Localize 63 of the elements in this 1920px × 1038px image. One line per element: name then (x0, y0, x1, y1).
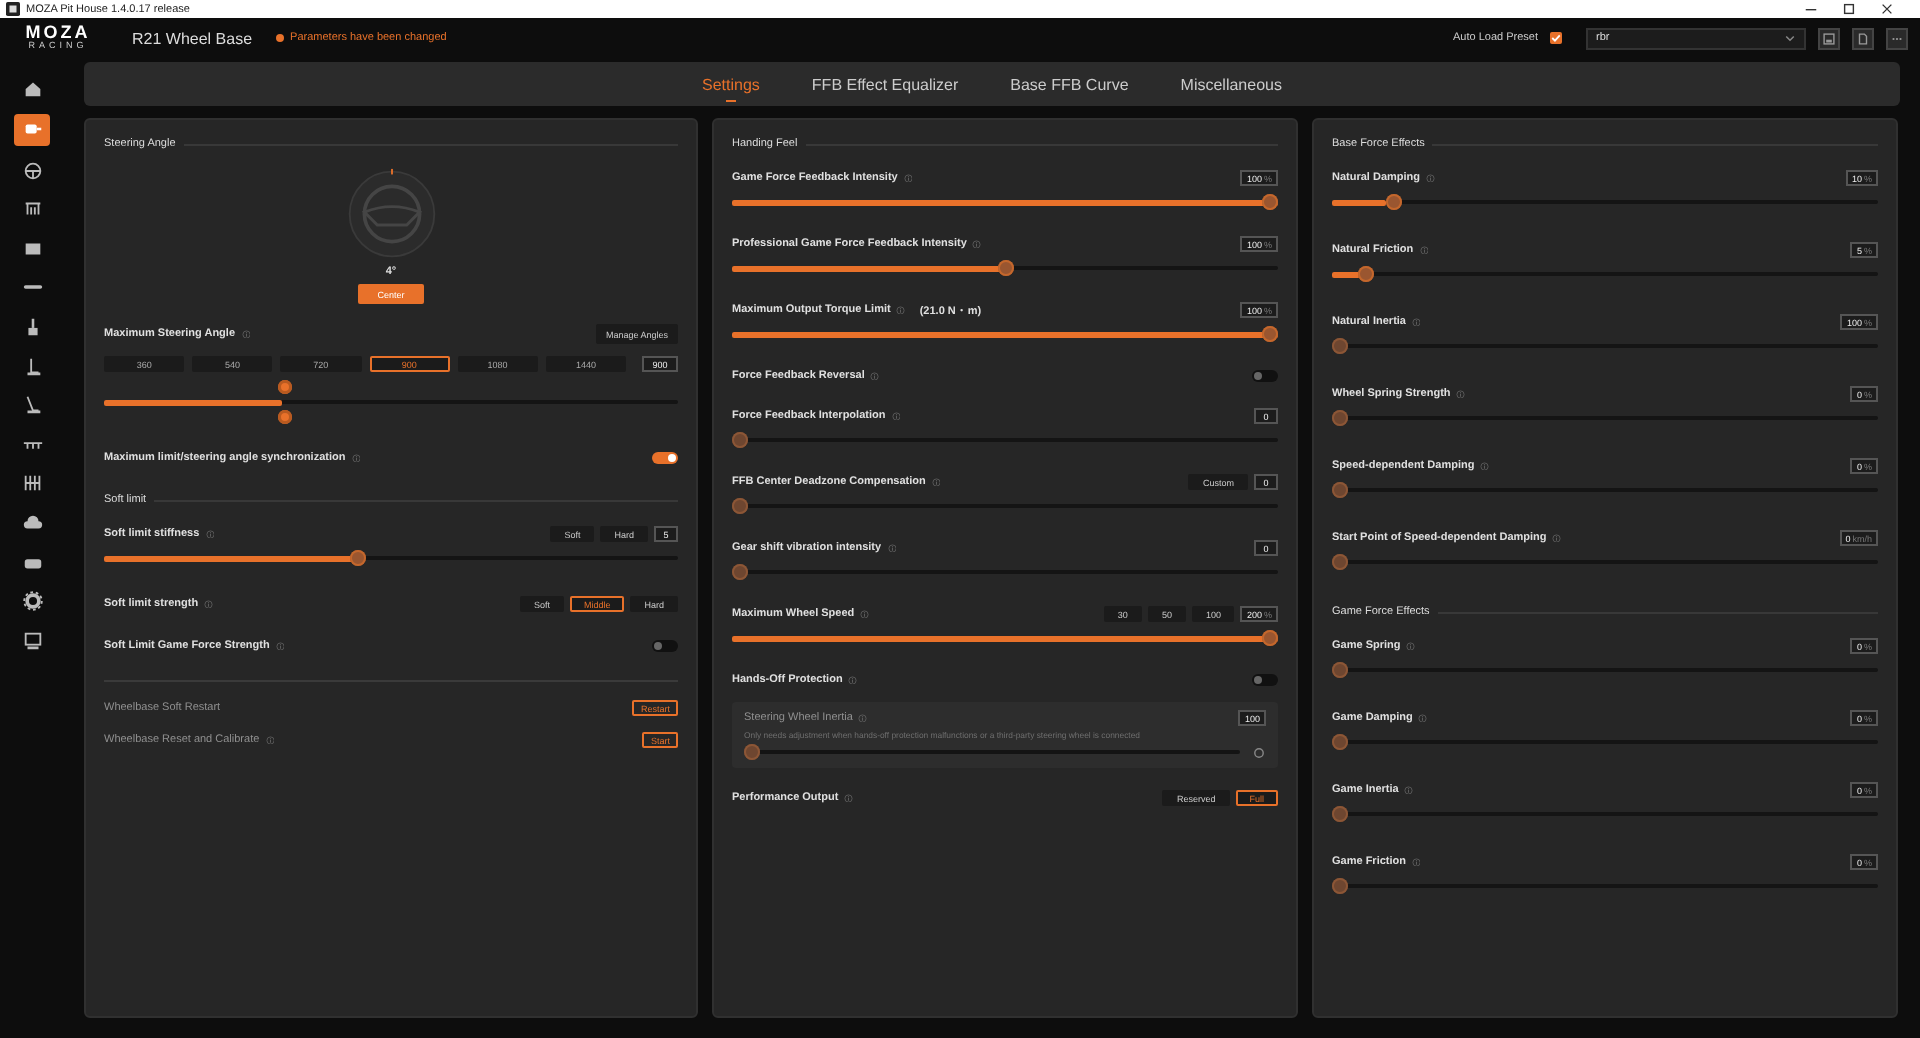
slider-thumb[interactable] (732, 498, 748, 514)
slider-track[interactable] (1332, 804, 1878, 824)
toggle-switch[interactable] (652, 452, 678, 464)
brand-logo: MOZA (25, 24, 91, 43)
slider-thumb[interactable] (732, 432, 748, 448)
toggle-switch[interactable] (1252, 370, 1278, 382)
tab[interactable]: Base FFB Curve (1010, 62, 1129, 106)
slider-thumb[interactable] (1262, 326, 1278, 342)
slider-thumb[interactable] (1332, 806, 1348, 822)
slider-track[interactable] (732, 430, 1278, 450)
slider-thumb[interactable] (1262, 630, 1278, 646)
slider-track[interactable] (744, 742, 1240, 762)
maximize-icon[interactable] (1842, 2, 1856, 16)
toggle-switch[interactable] (1252, 674, 1278, 686)
slider-thumb[interactable] (1332, 482, 1348, 498)
slider-thumb[interactable] (1332, 734, 1348, 750)
slider-track[interactable] (1332, 192, 1878, 212)
slider-thumb[interactable] (1332, 338, 1348, 354)
slider-track[interactable] (732, 562, 1278, 582)
slider-thumb[interactable] (1358, 266, 1375, 282)
save-icon[interactable] (1818, 27, 1840, 49)
slider-track[interactable] (1332, 552, 1878, 572)
slider-thumb[interactable] (1332, 878, 1348, 894)
slider-track[interactable] (104, 380, 678, 424)
slider-track[interactable] (732, 192, 1278, 212)
slider-thumb[interactable] (1332, 554, 1348, 570)
slider-thumb[interactable] (1385, 194, 1401, 210)
slider-track[interactable] (1332, 480, 1878, 500)
caret-icon (1784, 32, 1796, 44)
slider-track[interactable] (104, 548, 678, 568)
close-icon[interactable] (1880, 2, 1894, 16)
slider-track[interactable] (732, 324, 1278, 344)
toggle-switch[interactable] (652, 640, 678, 652)
slider-thumb[interactable] (1332, 662, 1348, 678)
settings-icon[interactable] (18, 587, 46, 616)
slider-thumb[interactable] (349, 550, 366, 566)
slider-track[interactable] (1332, 660, 1878, 680)
slider-track[interactable] (732, 258, 1278, 278)
reset-icon[interactable] (1252, 745, 1266, 759)
slider-thumb[interactable] (1262, 194, 1278, 210)
slider-thumb[interactable] (744, 744, 760, 760)
slider-thumb[interactable] (276, 380, 293, 424)
slider-track[interactable] (1332, 876, 1878, 896)
status-dot (276, 34, 285, 42)
document-icon[interactable] (1852, 27, 1874, 49)
motor-icon[interactable] (14, 113, 50, 146)
slider-track[interactable] (1332, 732, 1878, 752)
slider-thumb[interactable] (997, 260, 1013, 276)
tab[interactable]: Miscellaneous (1180, 62, 1282, 106)
slider-track[interactable] (732, 628, 1278, 648)
slider-thumb[interactable] (732, 564, 748, 580)
slider-track[interactable] (1332, 264, 1878, 284)
tab[interactable]: Settings (702, 62, 760, 106)
slider-track[interactable] (732, 496, 1278, 516)
checkbox[interactable] (1550, 32, 1562, 44)
more-icon[interactable] (1886, 27, 1908, 49)
slider-thumb[interactable] (1332, 410, 1348, 426)
tab[interactable]: FFB Effect Equalizer (811, 62, 959, 106)
slider-track[interactable] (1332, 408, 1878, 428)
device-name: R21 Wheel Base (132, 29, 253, 47)
slider-track[interactable] (1332, 336, 1878, 356)
app-icon (6, 2, 20, 16)
steering-wheel-drawing (345, 168, 437, 260)
